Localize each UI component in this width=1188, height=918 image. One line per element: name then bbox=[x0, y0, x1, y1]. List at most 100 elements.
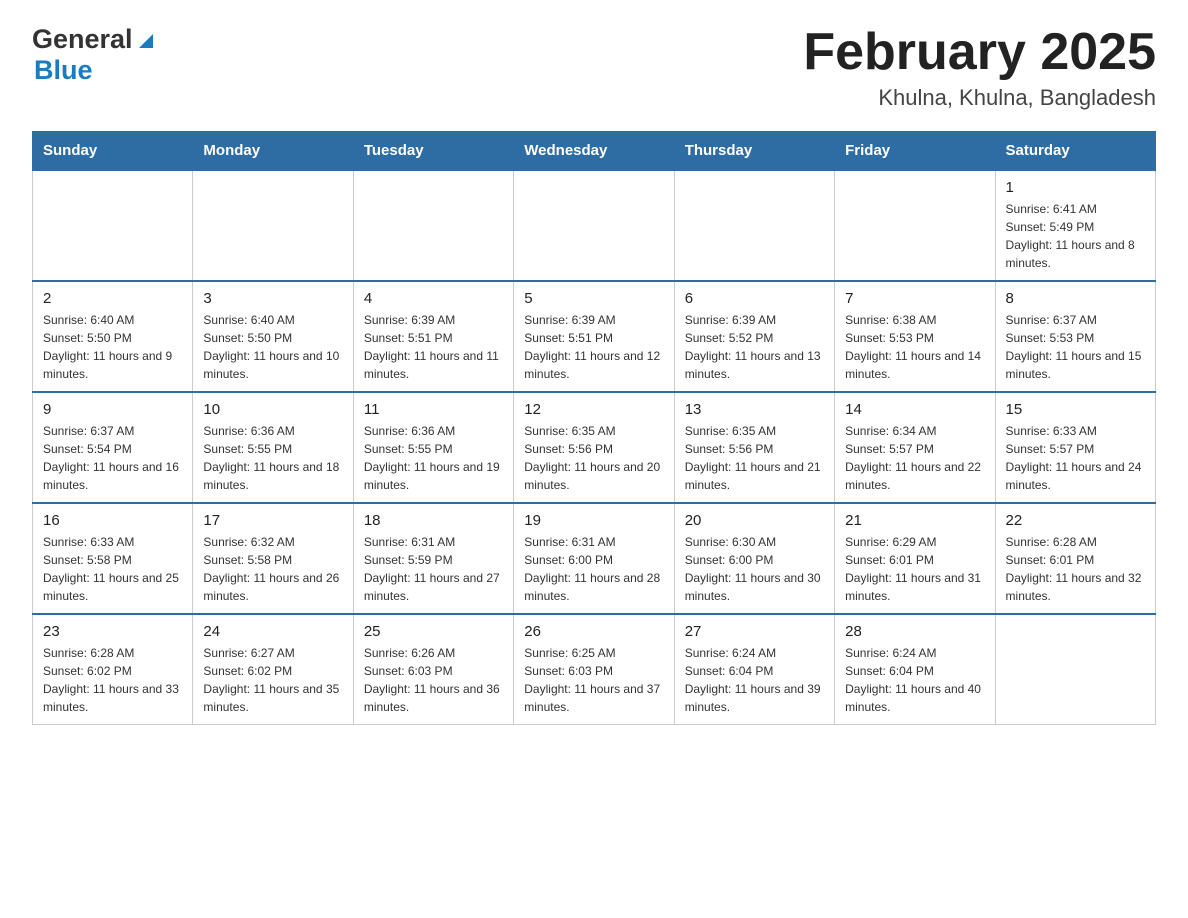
day-info: Sunrise: 6:39 AMSunset: 5:52 PMDaylight:… bbox=[685, 311, 824, 383]
header-monday: Monday bbox=[193, 132, 353, 171]
header-wednesday: Wednesday bbox=[514, 132, 674, 171]
day-number: 1 bbox=[1006, 179, 1145, 196]
day-info: Sunrise: 6:39 AMSunset: 5:51 PMDaylight:… bbox=[524, 311, 663, 383]
logo: General Blue bbox=[32, 24, 157, 86]
logo-triangle-icon bbox=[135, 30, 157, 52]
day-number: 16 bbox=[43, 512, 182, 529]
day-number: 24 bbox=[203, 623, 342, 640]
table-row bbox=[353, 170, 513, 281]
table-row: 8 Sunrise: 6:37 AMSunset: 5:53 PMDaylight… bbox=[995, 281, 1155, 392]
day-number: 26 bbox=[524, 623, 663, 640]
table-row: 26 Sunrise: 6:25 AMSunset: 6:03 PMDayligh… bbox=[514, 614, 674, 725]
header-sunday: Sunday bbox=[33, 132, 193, 171]
table-row: 28 Sunrise: 6:24 AMSunset: 6:04 PMDayligh… bbox=[835, 614, 995, 725]
day-info: Sunrise: 6:36 AMSunset: 5:55 PMDaylight:… bbox=[203, 422, 342, 494]
calendar-week-row: 23Sunrise: 6:28 AMSunset: 6:02 PMDayligh… bbox=[33, 614, 1156, 725]
calendar-week-row: 9 Sunrise: 6:37 AMSunset: 5:54 PMDaylight… bbox=[33, 392, 1156, 503]
table-row: 27 Sunrise: 6:24 AMSunset: 6:04 PMDayligh… bbox=[674, 614, 834, 725]
weekday-header-row: Sunday Monday Tuesday Wednesday Thursday… bbox=[33, 132, 1156, 171]
calendar-week-row: 16 Sunrise: 6:33 AMSunset: 5:58 PMDayligh… bbox=[33, 503, 1156, 614]
day-info: Sunrise: 6:33 AMSunset: 5:57 PMDaylight:… bbox=[1006, 422, 1145, 494]
day-number: 15 bbox=[1006, 401, 1145, 418]
table-row: 19Sunrise: 6:31 AMSunset: 6:00 PMDayligh… bbox=[514, 503, 674, 614]
day-number: 20 bbox=[685, 512, 824, 529]
table-row: 13 Sunrise: 6:35 AMSunset: 5:56 PMDayligh… bbox=[674, 392, 834, 503]
day-info: Sunrise: 6:34 AMSunset: 5:57 PMDaylight:… bbox=[845, 422, 984, 494]
calendar-week-row: 2 Sunrise: 6:40 AMSunset: 5:50 PMDaylight… bbox=[33, 281, 1156, 392]
table-row: 14 Sunrise: 6:34 AMSunset: 5:57 PMDayligh… bbox=[835, 392, 995, 503]
day-number: 10 bbox=[203, 401, 342, 418]
table-row: 16 Sunrise: 6:33 AMSunset: 5:58 PMDayligh… bbox=[33, 503, 193, 614]
table-row: 7 Sunrise: 6:38 AMSunset: 5:53 PMDaylight… bbox=[835, 281, 995, 392]
calendar-table: Sunday Monday Tuesday Wednesday Thursday… bbox=[32, 131, 1156, 725]
header-friday: Friday bbox=[835, 132, 995, 171]
day-number: 6 bbox=[685, 290, 824, 307]
table-row: 17 Sunrise: 6:32 AMSunset: 5:58 PMDayligh… bbox=[193, 503, 353, 614]
table-row: 12Sunrise: 6:35 AMSunset: 5:56 PMDayligh… bbox=[514, 392, 674, 503]
table-row: 1Sunrise: 6:41 AMSunset: 5:49 PMDaylight… bbox=[995, 170, 1155, 281]
header-thursday: Thursday bbox=[674, 132, 834, 171]
table-row: 22Sunrise: 6:28 AMSunset: 6:01 PMDayligh… bbox=[995, 503, 1155, 614]
table-row: 21Sunrise: 6:29 AMSunset: 6:01 PMDayligh… bbox=[835, 503, 995, 614]
day-info: Sunrise: 6:31 AMSunset: 6:00 PMDaylight:… bbox=[524, 533, 663, 605]
table-row: 5 Sunrise: 6:39 AMSunset: 5:51 PMDaylight… bbox=[514, 281, 674, 392]
calendar-title: February 2025 bbox=[803, 24, 1156, 81]
day-info: Sunrise: 6:30 AMSunset: 6:00 PMDaylight:… bbox=[685, 533, 824, 605]
table-row bbox=[514, 170, 674, 281]
day-number: 13 bbox=[685, 401, 824, 418]
day-info: Sunrise: 6:24 AMSunset: 6:04 PMDaylight:… bbox=[845, 644, 984, 716]
table-row: 24Sunrise: 6:27 AMSunset: 6:02 PMDayligh… bbox=[193, 614, 353, 725]
day-info: Sunrise: 6:40 AMSunset: 5:50 PMDaylight:… bbox=[43, 311, 182, 383]
day-info: Sunrise: 6:24 AMSunset: 6:04 PMDaylight:… bbox=[685, 644, 824, 716]
table-row: 3Sunrise: 6:40 AMSunset: 5:50 PMDaylight… bbox=[193, 281, 353, 392]
day-info: Sunrise: 6:35 AMSunset: 5:56 PMDaylight:… bbox=[685, 422, 824, 494]
day-number: 3 bbox=[203, 290, 342, 307]
table-row: 20 Sunrise: 6:30 AMSunset: 6:00 PMDayligh… bbox=[674, 503, 834, 614]
table-row: 2 Sunrise: 6:40 AMSunset: 5:50 PMDaylight… bbox=[33, 281, 193, 392]
table-row bbox=[835, 170, 995, 281]
day-number: 2 bbox=[43, 290, 182, 307]
table-row bbox=[33, 170, 193, 281]
table-row bbox=[674, 170, 834, 281]
day-info: Sunrise: 6:26 AMSunset: 6:03 PMDaylight:… bbox=[364, 644, 503, 716]
day-number: 7 bbox=[845, 290, 984, 307]
day-info: Sunrise: 6:31 AMSunset: 5:59 PMDaylight:… bbox=[364, 533, 503, 605]
day-info: Sunrise: 6:36 AMSunset: 5:55 PMDaylight:… bbox=[364, 422, 503, 494]
calendar-subtitle: Khulna, Khulna, Bangladesh bbox=[803, 85, 1156, 111]
day-info: Sunrise: 6:33 AMSunset: 5:58 PMDaylight:… bbox=[43, 533, 182, 605]
logo-blue-text: Blue bbox=[34, 55, 93, 85]
day-info: Sunrise: 6:39 AMSunset: 5:51 PMDaylight:… bbox=[364, 311, 503, 383]
table-row: 18 Sunrise: 6:31 AMSunset: 5:59 PMDayligh… bbox=[353, 503, 513, 614]
header-tuesday: Tuesday bbox=[353, 132, 513, 171]
day-number: 21 bbox=[845, 512, 984, 529]
day-number: 22 bbox=[1006, 512, 1145, 529]
day-number: 5 bbox=[524, 290, 663, 307]
table-row: 11 Sunrise: 6:36 AMSunset: 5:55 PMDayligh… bbox=[353, 392, 513, 503]
table-row bbox=[193, 170, 353, 281]
calendar-week-row: 1Sunrise: 6:41 AMSunset: 5:49 PMDaylight… bbox=[33, 170, 1156, 281]
day-number: 17 bbox=[203, 512, 342, 529]
day-number: 18 bbox=[364, 512, 503, 529]
day-info: Sunrise: 6:37 AMSunset: 5:53 PMDaylight:… bbox=[1006, 311, 1145, 383]
day-number: 14 bbox=[845, 401, 984, 418]
day-number: 28 bbox=[845, 623, 984, 640]
logo-general-text: General bbox=[32, 24, 133, 55]
day-number: 11 bbox=[364, 401, 503, 418]
day-info: Sunrise: 6:38 AMSunset: 5:53 PMDaylight:… bbox=[845, 311, 984, 383]
day-info: Sunrise: 6:37 AMSunset: 5:54 PMDaylight:… bbox=[43, 422, 182, 494]
day-info: Sunrise: 6:32 AMSunset: 5:58 PMDaylight:… bbox=[203, 533, 342, 605]
table-row: 23Sunrise: 6:28 AMSunset: 6:02 PMDayligh… bbox=[33, 614, 193, 725]
table-row: 15 Sunrise: 6:33 AMSunset: 5:57 PMDayligh… bbox=[995, 392, 1155, 503]
day-number: 8 bbox=[1006, 290, 1145, 307]
table-row: 9 Sunrise: 6:37 AMSunset: 5:54 PMDaylight… bbox=[33, 392, 193, 503]
page-header: General Blue February 2025 Khulna, Khuln… bbox=[32, 24, 1156, 111]
calendar-title-block: February 2025 Khulna, Khulna, Bangladesh bbox=[803, 24, 1156, 111]
day-number: 12 bbox=[524, 401, 663, 418]
table-row: 4 Sunrise: 6:39 AMSunset: 5:51 PMDaylight… bbox=[353, 281, 513, 392]
day-number: 4 bbox=[364, 290, 503, 307]
day-number: 25 bbox=[364, 623, 503, 640]
table-row: 10 Sunrise: 6:36 AMSunset: 5:55 PMDayligh… bbox=[193, 392, 353, 503]
day-info: Sunrise: 6:25 AMSunset: 6:03 PMDaylight:… bbox=[524, 644, 663, 716]
day-number: 27 bbox=[685, 623, 824, 640]
day-number: 9 bbox=[43, 401, 182, 418]
